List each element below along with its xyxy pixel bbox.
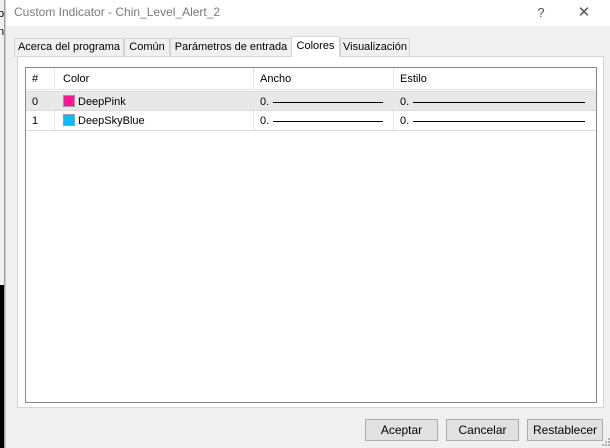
column-header-color[interactable]: Color — [54, 68, 253, 89]
title-bar[interactable]: Custom Indicator - Chin_Level_Alert_2 ? … — [6, 0, 610, 26]
style-cell[interactable]: 0. — [393, 92, 596, 110]
width-cell[interactable]: 0. — [253, 111, 393, 130]
line-style-preview — [413, 121, 585, 122]
color-swatch — [63, 95, 75, 107]
table-row[interactable]: 1 DeepSkyBlue 0. 0. — [26, 111, 596, 131]
background-text-fragment: b — [0, 8, 4, 20]
column-header-style[interactable]: Estilo — [393, 68, 596, 89]
color-name: DeepSkyBlue — [78, 115, 145, 127]
tab-visualizacion[interactable]: Visualización — [340, 38, 410, 57]
tab-comun[interactable]: Común — [124, 38, 170, 57]
tab-acerca-del-programa[interactable]: Acerca del programa — [14, 38, 124, 57]
width-cell[interactable]: 0. — [253, 92, 393, 110]
line-width-preview — [273, 121, 383, 122]
grid-header: # Color Ancho Estilo — [26, 68, 596, 90]
colores-panel: # Color Ancho Estilo 0 DeepPink 0. 0. 1 … — [17, 56, 604, 408]
cancel-button[interactable]: Cancelar — [446, 419, 519, 441]
row-index: 0 — [32, 96, 39, 108]
resize-grip-icon[interactable] — [602, 438, 610, 446]
window-title: Custom Indicator - Chin_Level_Alert_2 — [14, 5, 221, 19]
style-value: 0. — [400, 115, 410, 127]
custom-indicator-dialog: Custom Indicator - Chin_Level_Alert_2 ? … — [5, 0, 610, 448]
color-cell[interactable]: DeepSkyBlue — [54, 111, 253, 130]
background-text-fragment: n — [0, 26, 4, 38]
color-name: DeepPink — [78, 96, 126, 108]
style-value: 0. — [400, 96, 410, 108]
color-cell[interactable]: DeepPink — [54, 92, 253, 110]
tab-parametros-de-entrada[interactable]: Parámetros de entrada — [170, 38, 292, 57]
tab-colores[interactable]: Colores — [291, 36, 340, 57]
help-icon[interactable]: ? — [531, 2, 551, 24]
table-row[interactable]: 0 DeepPink 0. 0. — [26, 91, 596, 111]
screen: b n Custom Indicator - Chin_Level_Alert_… — [0, 0, 610, 448]
colors-grid[interactable]: # Color Ancho Estilo 0 DeepPink 0. 0. 1 … — [25, 67, 597, 403]
accept-button[interactable]: Aceptar — [365, 419, 438, 441]
line-width-preview — [273, 102, 383, 103]
column-header-width[interactable]: Ancho — [253, 68, 393, 89]
line-style-preview — [413, 102, 585, 103]
color-swatch — [63, 114, 75, 126]
close-icon[interactable]: ✕ — [573, 2, 595, 24]
column-header-index[interactable]: # — [26, 68, 54, 89]
reset-button[interactable]: Restablecer — [527, 419, 603, 441]
row-index: 1 — [32, 115, 39, 127]
width-value: 0. — [260, 115, 270, 127]
width-value: 0. — [260, 96, 270, 108]
style-cell[interactable]: 0. — [393, 111, 596, 130]
